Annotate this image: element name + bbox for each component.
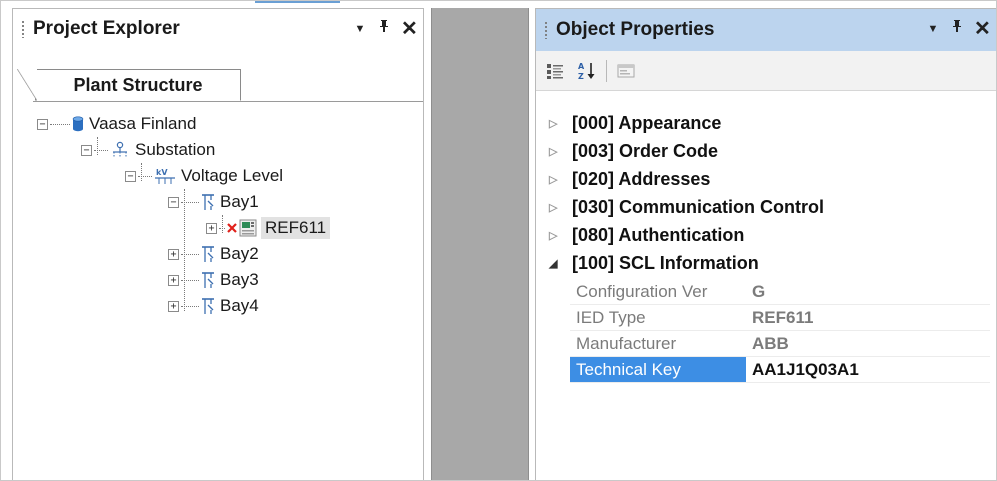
object-properties-title: Object Properties <box>556 19 715 40</box>
close-icon[interactable]: ✕ <box>401 19 418 39</box>
project-explorer-panel: Project Explorer ▼ ✕ Plant Structure − V… <box>12 8 424 481</box>
pin-icon[interactable] <box>950 19 964 39</box>
voltage-level-icon: kV <box>154 166 176 186</box>
panel-menu-dropdown-icon[interactable]: ▼ <box>926 20 940 38</box>
categorized-view-icon[interactable] <box>542 58 568 84</box>
expand-arrow-icon[interactable]: ▷ <box>549 145 557 158</box>
bay-icon <box>201 192 215 212</box>
tree-node-ref611[interactable]: + REF611 <box>206 215 331 241</box>
tree-node-label: Bay2 <box>220 244 259 263</box>
expand-arrow-icon[interactable]: ▷ <box>549 173 557 186</box>
svg-text:Z: Z <box>578 72 584 81</box>
tree-node-label: REF611 <box>261 217 331 239</box>
property-pages-icon[interactable] <box>613 58 639 84</box>
tree-node-label: Voltage Level <box>181 166 284 185</box>
tree-node-label: Bay4 <box>220 296 259 315</box>
project-explorer-header[interactable]: Project Explorer ▼ ✕ <box>13 9 423 49</box>
tree-node-substation[interactable]: − Substation <box>81 137 215 163</box>
close-icon[interactable]: ✕ <box>974 19 991 39</box>
expand-arrow-icon[interactable]: ▷ <box>549 117 557 130</box>
tree-node-label: Substation <box>135 140 216 159</box>
property-name: Technical Key <box>570 357 746 383</box>
tree-node-bay2[interactable]: + Bay2 <box>168 241 259 267</box>
panel-splitter[interactable] <box>431 8 529 481</box>
tree-node-label: Bay1 <box>220 192 259 211</box>
tree-node-bay3[interactable]: + Bay3 <box>168 267 259 293</box>
bay-icon <box>201 296 215 316</box>
property-row-configuration-version[interactable]: Configuration Ver G <box>570 279 990 305</box>
tree-node-label: Vaasa Finland <box>89 114 197 133</box>
property-value[interactable]: G <box>746 282 765 302</box>
collapse-toggle[interactable]: − <box>168 196 179 208</box>
expand-toggle[interactable]: + <box>168 300 179 312</box>
tree-node-vaasa-finland[interactable]: − Vaasa Finland <box>37 111 196 137</box>
project-explorer-title: Project Explorer <box>33 18 180 39</box>
property-row-ied-type[interactable]: IED Type REF611 <box>570 305 990 331</box>
pin-icon[interactable] <box>377 19 391 39</box>
tree-node-label: Bay3 <box>220 270 259 289</box>
expand-arrow-icon[interactable]: ▷ <box>549 229 557 242</box>
property-value[interactable]: AA1J1Q03A1 <box>746 360 859 380</box>
expand-arrow-icon[interactable]: ▷ <box>549 201 557 214</box>
expand-toggle[interactable]: + <box>168 274 179 286</box>
substation-icon <box>110 140 130 160</box>
property-value[interactable]: REF611 <box>746 308 813 328</box>
object-properties-panel: Object Properties ▼ ✕ AZ ▷ [000] Appeara… <box>535 8 997 481</box>
properties-toolbar: AZ <box>536 51 996 91</box>
svg-text:kV: kV <box>156 168 168 177</box>
database-icon <box>72 116 84 132</box>
bay-icon <box>201 270 215 290</box>
tab-plant-structure[interactable]: Plant Structure <box>17 69 241 101</box>
property-row-technical-key[interactable]: Technical Key AA1J1Q03A1 <box>570 357 990 383</box>
collapse-toggle[interactable]: − <box>125 170 136 182</box>
ied-icon <box>239 219 257 237</box>
tree-node-voltage-level[interactable]: − kV Voltage Level <box>125 163 283 189</box>
error-x-icon <box>227 223 237 233</box>
property-name: Configuration Ver <box>576 282 708 301</box>
drag-grip-icon[interactable] <box>544 21 548 39</box>
property-row-manufacturer[interactable]: Manufacturer ABB <box>570 331 990 357</box>
property-name: Manufacturer <box>576 334 677 353</box>
expand-toggle[interactable]: + <box>168 248 179 260</box>
tab-strip: Plant Structure <box>17 63 423 102</box>
collapse-arrow-icon[interactable]: ◢ <box>549 257 557 270</box>
tree-node-bay4[interactable]: + Bay4 <box>168 293 259 319</box>
plant-structure-tree: − Vaasa Finland − Substation − kV Voltag… <box>13 105 423 481</box>
tree-node-bay1[interactable]: − Bay1 <box>168 189 259 215</box>
drag-grip-icon[interactable] <box>21 20 25 38</box>
panel-menu-dropdown-icon[interactable]: ▼ <box>353 20 367 38</box>
sort-alpha-icon[interactable]: AZ <box>574 58 600 84</box>
expand-toggle[interactable]: + <box>206 222 217 234</box>
collapse-toggle[interactable]: − <box>81 144 92 156</box>
object-properties-header[interactable]: Object Properties ▼ ✕ <box>536 9 996 51</box>
property-value[interactable]: ABB <box>746 334 789 354</box>
toolbar-separator <box>606 59 607 82</box>
svg-text:A: A <box>578 62 585 71</box>
window-accent-bar <box>255 0 340 3</box>
property-name: IED Type <box>576 308 646 327</box>
bay-icon <box>201 244 215 264</box>
collapse-toggle[interactable]: − <box>37 118 48 130</box>
